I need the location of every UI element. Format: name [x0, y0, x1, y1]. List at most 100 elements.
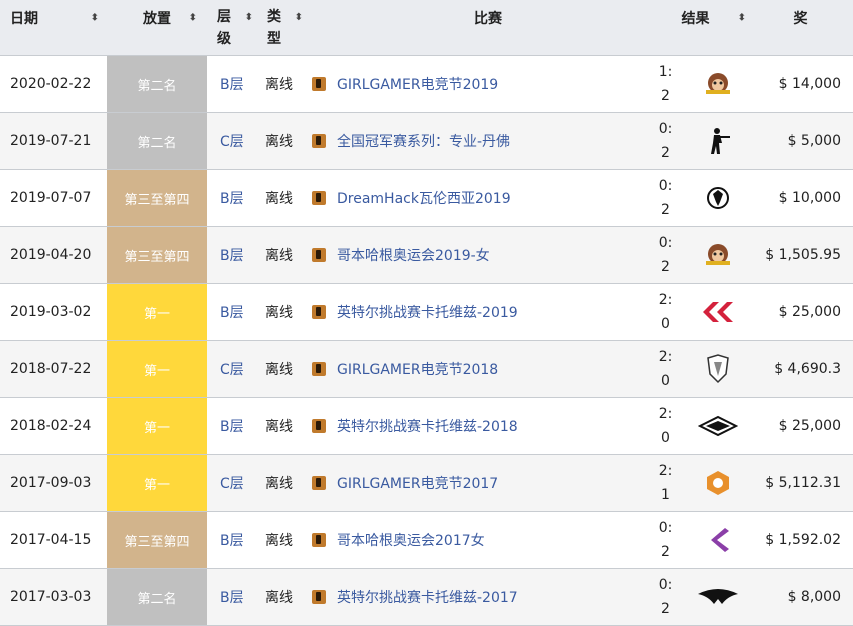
results-table: 日期 ⬍ 放置 ⬍ 层 级 ⬍ 类 型 ⬍ 比赛 结果 ⬍ 奖 2020-02-… [0, 0, 853, 626]
column-header-tier[interactable]: 层 级 ⬍ [207, 0, 255, 56]
prize-cell: $ 4,690.3 [748, 340, 853, 398]
counter-strike-icon[interactable] [312, 476, 326, 490]
eagle-crest-icon[interactable] [688, 184, 748, 212]
date-cell: 2017-03-03 [0, 568, 107, 626]
placement-cell: 第二名 [107, 55, 207, 113]
opponent-cell [688, 397, 748, 455]
type-cell: 离线 [255, 169, 305, 227]
header-place-label: 放置 [143, 11, 171, 27]
prize-cell: $ 1,505.95 [748, 226, 853, 284]
prize-cell: $ 14,000 [748, 55, 853, 113]
event-link[interactable]: 英特尔挑战赛卡托维兹-2017 [333, 568, 643, 626]
event-link[interactable]: GIRLGAMER电竞节2017 [333, 454, 643, 512]
type-cell: 离线 [255, 511, 305, 569]
placement-cell: 第三至第四 [107, 511, 207, 569]
score-cell: 0: 2 [643, 511, 688, 569]
game-cell [305, 568, 333, 626]
tier-link[interactable]: B层 [207, 169, 255, 227]
shield-logo-icon[interactable] [688, 354, 748, 384]
column-header-date[interactable]: 日期 ⬍ [0, 0, 107, 56]
event-link[interactable]: 哥本哈根奥运会2019-女 [333, 226, 643, 284]
sort-icon[interactable]: ⬍ [245, 7, 253, 29]
tier-link[interactable]: B层 [207, 226, 255, 284]
tier-link[interactable]: B层 [207, 568, 255, 626]
column-header-prize[interactable]: 奖 [748, 0, 853, 56]
table-row: 2019-03-02 第一 B层 离线 英特尔挑战赛卡托维兹-2019 2: 0 $ 25,0… [0, 283, 853, 341]
score-bottom: 2 [661, 259, 670, 275]
column-header-place[interactable]: 放置 ⬍ [107, 0, 207, 56]
purple-chevron-icon[interactable] [688, 525, 748, 555]
column-header-event[interactable]: 比赛 [333, 0, 643, 56]
score-top: 2: [658, 349, 673, 365]
score-top: 2: [658, 406, 673, 422]
opponent-cell [688, 55, 748, 113]
counter-strike-icon[interactable] [312, 590, 326, 604]
score-bottom: 2 [661, 601, 670, 617]
table-row: 2017-04-15 第三至第四 B层 离线 哥本哈根奥运会2017女 0: 2 $ 1,59… [0, 511, 853, 569]
column-header-result[interactable]: 结果 ⬍ [643, 0, 748, 56]
sort-icon[interactable]: ⬍ [189, 13, 197, 24]
header-result-label: 结果 [681, 11, 710, 27]
orange-badge-icon[interactable] [688, 469, 748, 497]
counter-strike-icon[interactable] [312, 134, 326, 148]
event-link[interactable]: 全国冠军赛系列：专业-丹佛 [333, 112, 643, 170]
event-link[interactable]: 英特尔挑战赛卡托维兹-2019 [333, 283, 643, 341]
counter-strike-icon[interactable] [312, 77, 326, 91]
event-link[interactable]: 英特尔挑战赛卡托维兹-2018 [333, 397, 643, 455]
game-cell [305, 112, 333, 170]
opponent-cell [688, 283, 748, 341]
score-bottom: 1 [661, 487, 670, 503]
score-cell: 2: 0 [643, 340, 688, 398]
monkey-logo-icon[interactable] [688, 242, 748, 268]
score-top: 0: [658, 520, 673, 536]
score-top: 0: [658, 235, 673, 251]
table-row: 2017-03-03 第二名 B层 离线 英特尔挑战赛卡托维兹-2017 0: 2 $ 8,0… [0, 568, 853, 626]
score-cell: 1: 2 [643, 55, 688, 113]
type-cell: 离线 [255, 340, 305, 398]
secret-logo-icon[interactable] [688, 586, 748, 608]
game-cell [305, 283, 333, 341]
opponent-cell [688, 226, 748, 284]
score-top: 2: [658, 463, 673, 479]
tier-link[interactable]: C层 [207, 340, 255, 398]
score-top: 2: [658, 292, 673, 308]
soldier-silhouette-icon[interactable] [688, 127, 748, 155]
type-cell: 离线 [255, 283, 305, 341]
counter-strike-icon[interactable] [312, 362, 326, 376]
score-bottom: 0 [661, 430, 670, 446]
counter-strike-icon[interactable] [312, 419, 326, 433]
counter-strike-icon[interactable] [312, 533, 326, 547]
prize-cell: $ 25,000 [748, 397, 853, 455]
event-link[interactable]: DreamHack瓦伦西亚2019 [333, 169, 643, 227]
date-cell: 2018-02-24 [0, 397, 107, 455]
game-cell [305, 169, 333, 227]
sort-icon[interactable]: ⬍ [738, 13, 746, 24]
tier-link[interactable]: B层 [207, 283, 255, 341]
tier-link[interactable]: B层 [207, 397, 255, 455]
date-cell: 2019-03-02 [0, 283, 107, 341]
counter-strike-icon[interactable] [312, 248, 326, 262]
score-bottom: 0 [661, 316, 670, 332]
tier-link[interactable]: C层 [207, 112, 255, 170]
type-cell: 离线 [255, 55, 305, 113]
box-logo-icon[interactable] [688, 413, 748, 439]
header-type-line2: 型 [267, 30, 281, 47]
score-bottom: 2 [661, 544, 670, 560]
monkey-logo-icon[interactable] [688, 71, 748, 97]
event-link[interactable]: GIRLGAMER电竞节2019 [333, 55, 643, 113]
counter-strike-icon[interactable] [312, 305, 326, 319]
sort-icon[interactable]: ⬍ [295, 7, 303, 29]
date-cell: 2019-04-20 [0, 226, 107, 284]
event-link[interactable]: 哥本哈根奥运会2017女 [333, 511, 643, 569]
tier-link[interactable]: B层 [207, 55, 255, 113]
placement-cell: 第一 [107, 397, 207, 455]
tier-link[interactable]: B层 [207, 511, 255, 569]
sort-icon[interactable]: ⬍ [91, 13, 99, 24]
clg-logo-icon[interactable] [688, 299, 748, 325]
counter-strike-icon[interactable] [312, 191, 326, 205]
score-top: 0: [658, 178, 673, 194]
column-header-type[interactable]: 类 型 ⬍ [255, 0, 305, 56]
date-cell: 2017-09-03 [0, 454, 107, 512]
event-link[interactable]: GIRLGAMER电竞节2018 [333, 340, 643, 398]
tier-link[interactable]: C层 [207, 454, 255, 512]
